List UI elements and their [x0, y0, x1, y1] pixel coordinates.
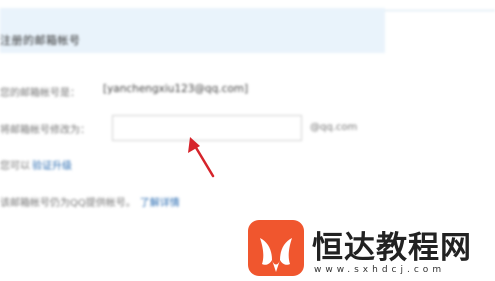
watermark-name: 恒达教程网 — [312, 230, 472, 266]
watermark-url: www.sxhdcj.com — [314, 265, 446, 275]
fish-tail-icon — [260, 238, 292, 272]
arrow-shaft — [193, 144, 215, 178]
watermark-logo — [248, 220, 304, 276]
watermark: 恒达教程网 www.sxhdcj.com — [248, 220, 493, 278]
